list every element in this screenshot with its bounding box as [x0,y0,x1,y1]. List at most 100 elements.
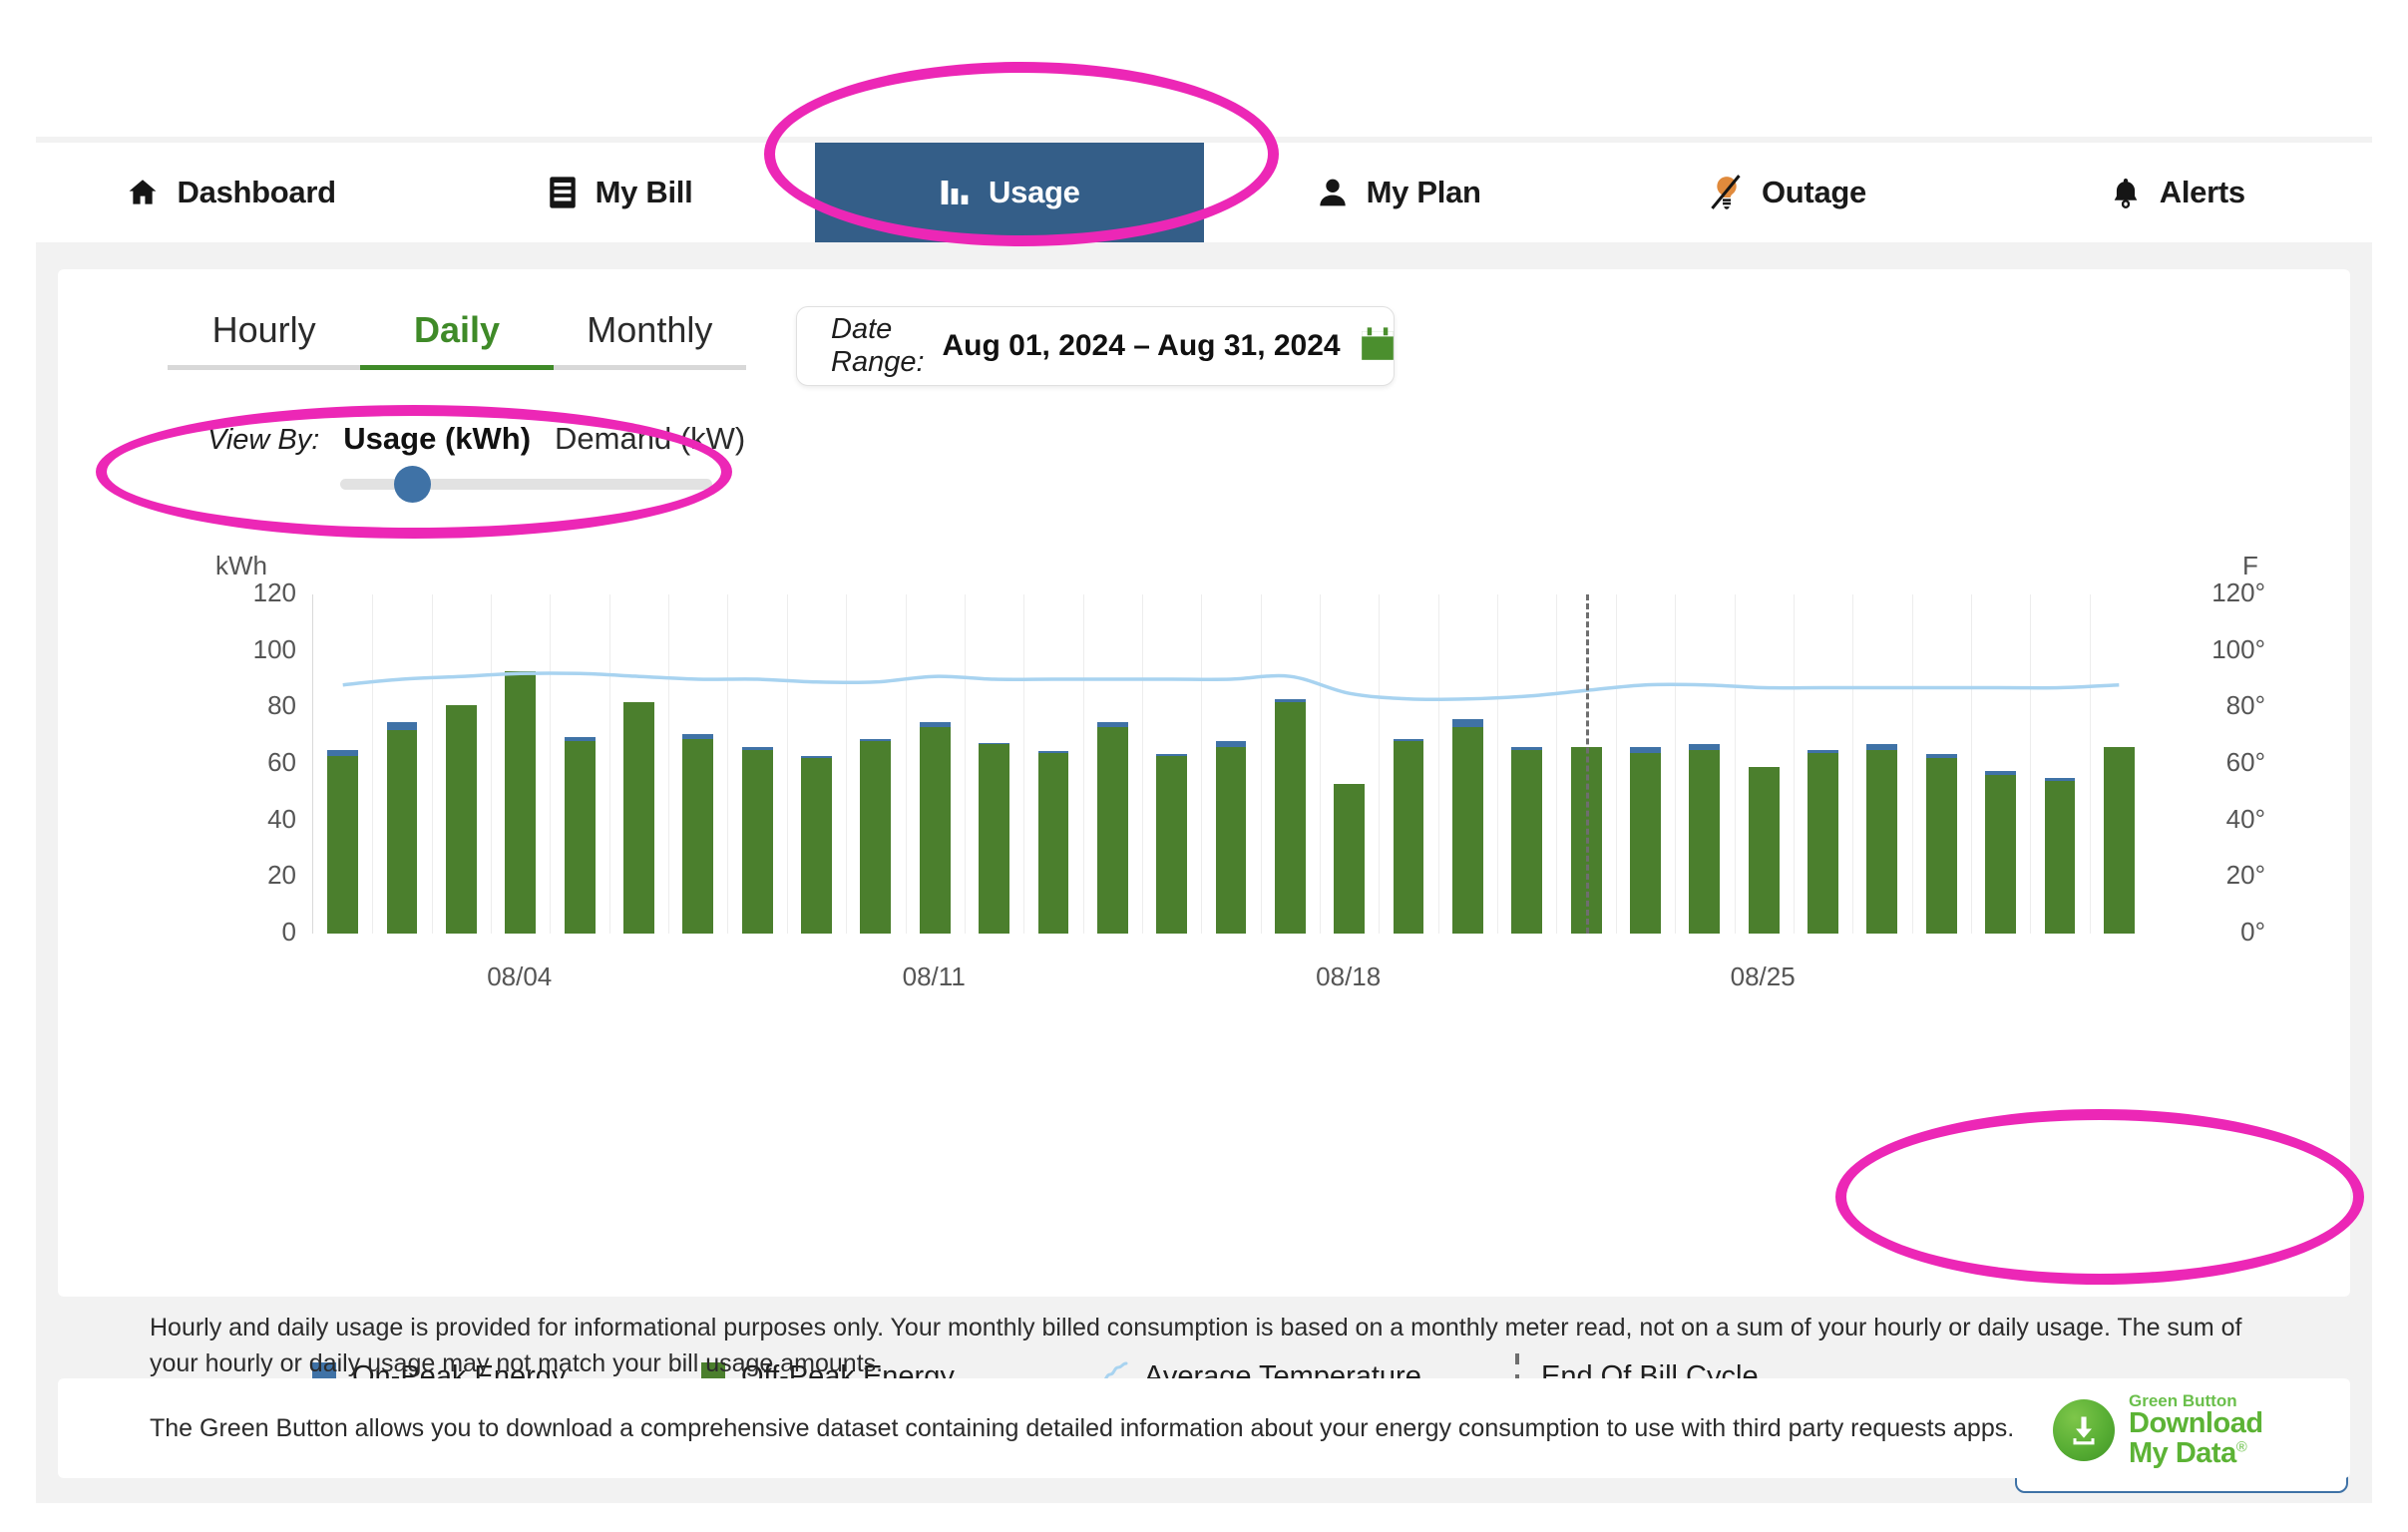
chart-bar[interactable] [1156,754,1187,934]
green-button-line3: My Data [2129,1437,2236,1469]
chart-gridline [609,594,610,934]
lightbulb-slash-icon [1710,175,1744,210]
chart-bar[interactable] [1334,784,1365,934]
chart-gridline [906,594,907,934]
chart-bar[interactable] [1866,744,1897,934]
chart-bar[interactable] [446,705,477,935]
chart-gridline [1438,594,1439,934]
y-tick-label: 0 [216,917,296,948]
date-range-picker[interactable]: Date Range: Aug 01, 2024 – Aug 31, 2024 [796,306,1395,386]
tab-monthly[interactable]: Monthly [554,309,746,365]
green-button-logo[interactable]: Green Button Download My Data® [2053,1392,2263,1468]
chart-bar-on-peak-segment [1452,719,1483,728]
chart-bar[interactable] [565,737,596,934]
chart-gridline [1971,594,1972,934]
tab-hourly[interactable]: Hourly [168,309,360,365]
chart-bar[interactable] [1097,722,1128,935]
chart-gridline [1735,594,1736,934]
active-tab-indicator [360,365,554,370]
download-arrow-icon [2053,1399,2115,1461]
chart-bar[interactable] [2104,747,2135,934]
period-tabs-underline [168,365,746,370]
chart-gridline [1912,594,1913,934]
chart-bar[interactable] [1749,767,1780,934]
chart-bar[interactable] [1216,741,1247,934]
chart-gridline [1023,594,1024,934]
chart-gridline [491,594,492,934]
chart-bar-on-peak-segment [1807,750,1838,753]
view-by-option-usage[interactable]: Usage (kWh) [343,421,531,457]
date-range-value: Aug 01, 2024 – Aug 31, 2024 [943,329,1341,363]
chart-bar-on-peak-segment [1275,699,1306,702]
usage-chart: kWh F 120100806040200 120°100°80°60°40°2… [58,559,2350,987]
chart-bar[interactable] [1630,747,1661,934]
chart-bar-on-peak-segment [801,756,832,759]
view-by-slider-knob[interactable] [394,466,431,503]
y2-tick-label: 40° [2176,804,2265,835]
chart-bar[interactable] [1038,751,1069,934]
chart-bar-on-peak-segment [1038,751,1069,752]
chart-gridline [787,594,788,934]
chart-bar[interactable] [2045,778,2076,934]
y-tick-label: 60 [216,747,296,778]
chart-gridline [1556,594,1557,934]
chart-bar[interactable] [1807,750,1838,934]
person-icon [1317,176,1349,209]
chart-bar-on-peak-segment [860,739,891,742]
chart-bar-on-peak-segment [2045,778,2076,781]
view-by-slider[interactable] [340,479,712,490]
chart-bar[interactable] [1394,739,1424,935]
nav-item-alerts[interactable]: Alerts [1983,143,2372,242]
chart-bar-on-peak-segment [565,737,596,741]
tab-daily[interactable]: Daily [360,309,553,365]
nav-item-outage[interactable]: Outage [1593,143,1982,242]
green-button-description: The Green Button allows you to download … [150,1414,2014,1443]
chart-bar[interactable] [1926,754,1957,934]
chart-bar-on-peak-segment [1630,747,1661,753]
chart-bar[interactable] [1275,699,1306,934]
chart-gridline [727,594,728,934]
view-by-control: View By: Usage (kWh) Demand (kW) [207,421,766,490]
y-tick-label: 80 [216,690,296,721]
chart-bar[interactable] [327,750,358,934]
chart-bar[interactable] [742,747,773,934]
chart-bar-on-peak-segment [387,722,418,731]
chart-bar[interactable] [1689,744,1720,934]
chart-bar[interactable] [979,743,1009,934]
chart-bar[interactable] [623,702,654,934]
chart-bar[interactable] [801,756,832,935]
main-navigation: Dashboard My Bill Usage My Plan [36,143,2372,242]
chart-gridline [1379,594,1380,934]
chart-gridline [372,594,373,934]
page-root: Dashboard My Bill Usage My Plan [0,0,2408,1532]
bell-icon [2110,176,2142,209]
green-button-line2: Download [2129,1409,2263,1439]
chart-bar[interactable] [1452,719,1483,934]
y-tick-label: 20 [216,860,296,891]
nav-item-my-plan[interactable]: My Plan [1204,143,1593,242]
view-by-option-demand[interactable]: Demand (kW) [555,421,745,457]
nav-item-usage[interactable]: Usage [815,143,1204,242]
chart-bar-on-peak-segment [1866,744,1897,750]
nav-item-my-bill[interactable]: My Bill [425,143,814,242]
nav-item-dashboard[interactable]: Dashboard [36,143,425,242]
chart-bar[interactable] [1985,771,2016,934]
y-tick-label: 100 [216,634,296,665]
y-tick-label: 40 [216,804,296,835]
chart-gridline [550,594,551,934]
chart-bar[interactable] [505,671,536,935]
nav-label: Dashboard [178,175,336,210]
chart-bar[interactable] [920,722,951,935]
chart-bar[interactable] [387,722,418,935]
x-tick-label: 08/11 [854,961,1013,992]
calendar-icon[interactable] [1359,325,1397,368]
chart-bar-on-peak-segment [1689,744,1720,750]
chart-bar-on-peak-segment [327,750,358,756]
chart-bar-on-peak-segment [1097,722,1128,728]
chart-bar[interactable] [1511,747,1542,934]
chart-bar[interactable] [682,734,713,934]
y2-tick-label: 120° [2176,577,2265,608]
chart-bar[interactable] [860,739,891,935]
chart-gridline [1201,594,1202,934]
chart-gridline [1497,594,1498,934]
